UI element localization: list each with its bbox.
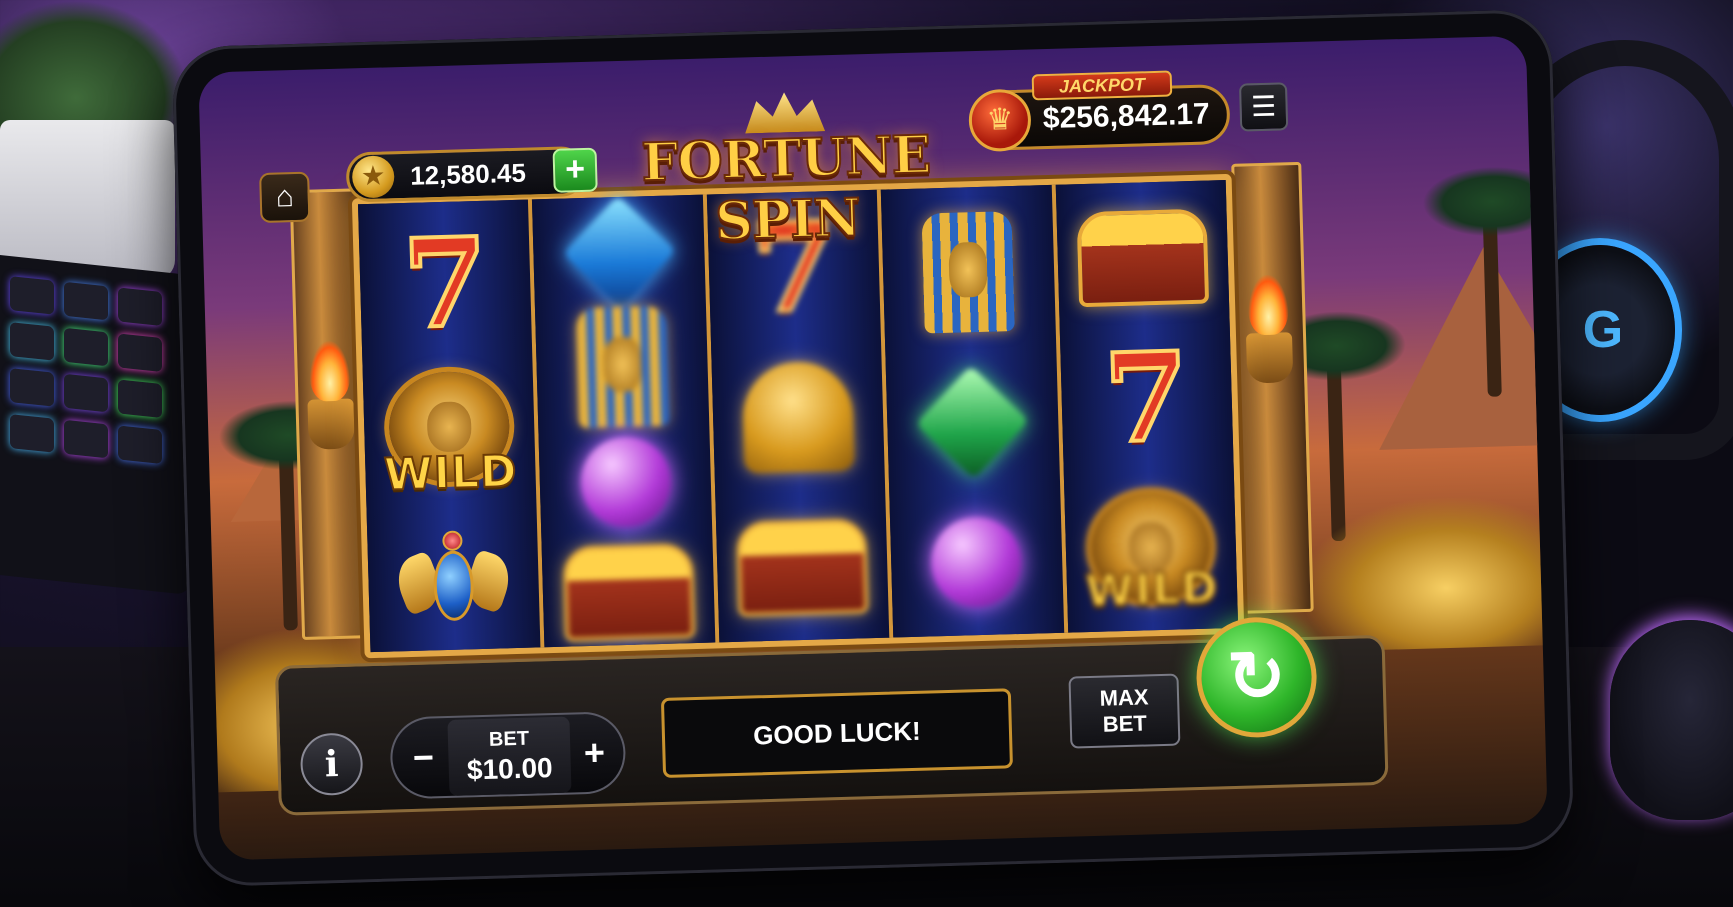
purple-gem-icon	[930, 515, 1023, 609]
bell-icon	[741, 360, 855, 474]
chest-symbol	[715, 490, 890, 645]
plant-pot	[0, 120, 175, 280]
bet-label: BET	[488, 727, 530, 751]
wild-label: WILD	[382, 445, 519, 502]
gem-purple-symbol	[539, 425, 712, 540]
seven-symbol: 7	[358, 206, 533, 361]
hamburger-icon: ☰	[1250, 90, 1277, 123]
bet-stepper: − BET $10.00 +	[389, 711, 627, 800]
info-button[interactable]: i	[299, 732, 364, 797]
add-coins-button[interactable]: +	[552, 147, 598, 193]
game-logo: FORTUNE SPIN	[594, 87, 977, 253]
coin-icon: ★	[351, 155, 395, 199]
pharaoh-symbol	[535, 305, 709, 430]
home-button[interactable]: ⌂	[259, 171, 311, 224]
control-bar: i − BET $10.00 + GOOD LUCK! MAX BET ↻	[274, 615, 1389, 816]
reel-4	[881, 184, 1068, 640]
reel-1: 7 WILD	[357, 199, 545, 654]
scarab-icon	[390, 525, 517, 628]
game-screen: 7 WILD 7 7 WILD ⌂ ★ 12,580.45 + FORTUNE …	[198, 35, 1548, 861]
plus-icon: +	[564, 149, 586, 189]
seven-glyph: 7	[1100, 322, 1193, 472]
coin-balance: ★ 12,580.45	[345, 145, 587, 203]
purple-gem-icon	[579, 435, 672, 529]
chest-symbol	[542, 535, 715, 650]
pillar-right	[1231, 161, 1314, 614]
wild-label: WILD	[1083, 561, 1220, 618]
max-bet-label-line2: BET	[1102, 710, 1148, 737]
max-bet-label-line1: MAX	[1099, 684, 1149, 711]
bet-value: $10.00	[466, 752, 554, 786]
menu-button[interactable]: ☰	[1238, 82, 1289, 132]
pharaoh-icon	[575, 305, 669, 429]
jackpot-label: JACKPOT	[1031, 70, 1173, 101]
headphones-logo: G	[1582, 301, 1624, 359]
reel-2	[532, 194, 720, 650]
lion-wild-symbol: WILD	[1063, 470, 1238, 625]
status-message: GOOD LUCK!	[660, 688, 1013, 778]
seven-glyph: 7	[399, 208, 492, 358]
gem-green-symbol	[885, 345, 1060, 500]
game-title: FORTUNE SPIN	[640, 123, 932, 253]
max-bet-button[interactable]: MAX BET	[1068, 673, 1181, 749]
gaming-mouse	[1610, 620, 1733, 820]
torch-right	[1245, 332, 1294, 384]
chest-symbol	[1055, 180, 1230, 335]
bell-symbol	[711, 340, 886, 495]
plant-leaves	[0, 0, 190, 140]
gem-purple-symbol	[889, 485, 1064, 640]
jackpot-icon: ♛	[968, 88, 1032, 153]
home-icon: ⌂	[275, 180, 295, 214]
info-icon: i	[324, 743, 340, 786]
gold-pile-right	[1300, 494, 1548, 653]
lion-wild-symbol: WILD	[362, 349, 537, 504]
increase-bet-button[interactable]: +	[573, 731, 616, 776]
treasure-chest-icon	[562, 542, 695, 642]
bet-display: BET $10.00	[447, 716, 572, 796]
reel-5: 7 WILD	[1055, 180, 1239, 633]
jackpot-display: JACKPOT ♛ $256,842.17	[968, 70, 1231, 153]
reel-3: 7	[706, 189, 894, 645]
jackpot-value: $256,842.17	[1042, 97, 1211, 136]
refresh-icon: ↻	[1226, 636, 1287, 717]
decrease-bet-button[interactable]: −	[402, 736, 445, 781]
seven-symbol: 7	[1059, 320, 1234, 475]
spin-button[interactable]: ↻	[1194, 615, 1319, 740]
treasure-chest-icon	[736, 517, 869, 617]
scarab-symbol	[366, 499, 541, 654]
green-gem-icon	[916, 365, 1030, 479]
treasure-chest-icon	[1076, 208, 1209, 307]
palm-tree-left	[278, 430, 298, 631]
balance-value: 12,580.45	[409, 157, 527, 191]
torch-left	[307, 398, 355, 450]
rgb-keyboard	[0, 255, 190, 595]
tablet-device: 7 WILD 7 7 WILD ⌂ ★ 12,580.45 + FORTUNE …	[171, 8, 1575, 888]
